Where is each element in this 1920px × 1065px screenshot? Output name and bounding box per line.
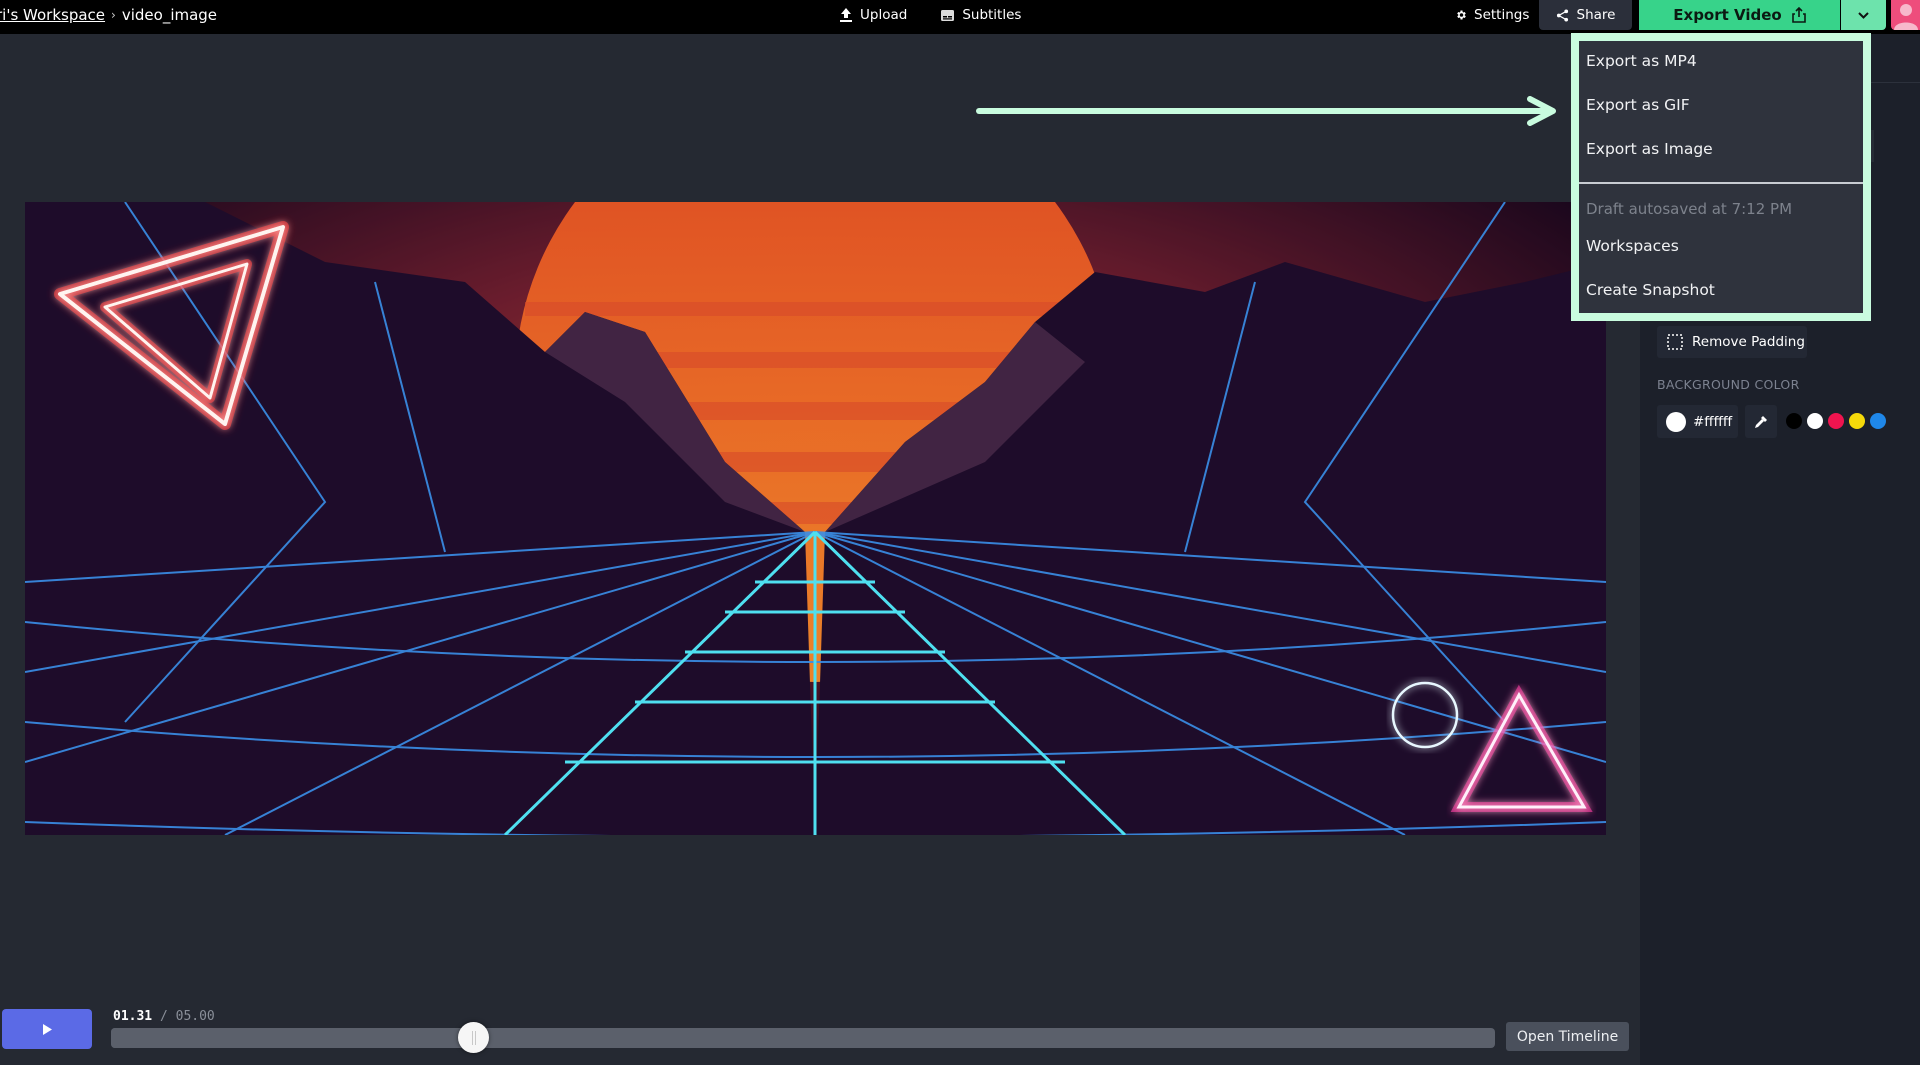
swatch-white[interactable] — [1807, 413, 1823, 429]
playback-scrubber[interactable] — [111, 1028, 1495, 1048]
eyedropper-icon — [1754, 415, 1768, 429]
menu-divider — [1579, 182, 1863, 184]
share-icon — [1556, 8, 1569, 22]
time-separator: / — [159, 1009, 168, 1024]
swatch-blue[interactable] — [1870, 413, 1886, 429]
user-icon — [1894, 4, 1918, 30]
open-timeline-button[interactable]: Open Timeline — [1506, 1022, 1629, 1051]
time-display: 01.31 / 05.00 — [113, 1009, 215, 1024]
remove-padding-label: Remove Padding — [1692, 334, 1805, 350]
export-dropdown-menu: Export as MP4 Export as GIF Export as Im… — [1571, 33, 1871, 321]
background-color-value: #ffffff — [1693, 413, 1733, 430]
export-video-button[interactable]: Export Video — [1639, 0, 1840, 30]
autosave-status: Draft autosaved at 7:12 PM — [1586, 200, 1793, 218]
subtitles-label: Subtitles — [962, 7, 1022, 23]
share-button[interactable]: Share — [1539, 0, 1632, 30]
upload-icon — [840, 8, 852, 22]
project-name[interactable]: video_image — [122, 6, 217, 24]
create-snapshot-item[interactable]: Create Snapshot — [1586, 281, 1715, 299]
scrubber-handle[interactable] — [458, 1022, 490, 1053]
remove-padding-button[interactable]: Remove Padding — [1657, 326, 1807, 358]
export-mp4-item[interactable]: Export as MP4 — [1586, 52, 1697, 70]
share-label: Share — [1576, 7, 1616, 23]
gear-icon — [1455, 9, 1467, 21]
video-preview[interactable] — [25, 202, 1606, 835]
export-options-toggle[interactable] — [1841, 0, 1886, 30]
play-button[interactable] — [2, 1009, 92, 1049]
color-swatches — [1786, 413, 1886, 429]
swatch-red[interactable] — [1828, 413, 1844, 429]
total-time: 05.00 — [175, 1009, 215, 1024]
swatch-yellow[interactable] — [1849, 413, 1865, 429]
scrubber-progress — [111, 1028, 474, 1048]
center-toolbar: Upload Subtitles — [840, 0, 1021, 30]
export-video-label: Export Video — [1673, 6, 1782, 24]
current-color-swatch — [1666, 411, 1686, 432]
video-frame-image — [25, 202, 1606, 835]
upload-label: Upload — [860, 7, 908, 23]
settings-button[interactable]: Settings — [1455, 0, 1529, 30]
play-icon — [42, 1023, 52, 1035]
settings-label: Settings — [1474, 7, 1530, 23]
breadcrumb-separator: › — [111, 8, 116, 22]
background-color-heading: BACKGROUND COLOR — [1657, 377, 1800, 392]
subtitles-icon — [941, 9, 955, 21]
chevron-down-icon — [1858, 11, 1869, 19]
upload-button[interactable]: Upload — [840, 7, 907, 23]
eyedropper-button[interactable] — [1745, 405, 1777, 438]
breadcrumb: ri's Workspace › video_image — [0, 0, 217, 30]
user-avatar[interactable] — [1891, 0, 1920, 30]
subtitles-button[interactable]: Subtitles — [941, 7, 1021, 23]
dashed-square-icon — [1667, 334, 1683, 350]
export-gif-item[interactable]: Export as GIF — [1586, 96, 1690, 114]
workspace-link[interactable]: ri's Workspace — [0, 6, 105, 24]
annotation-arrow — [976, 96, 1556, 126]
background-color-input[interactable]: #ffffff — [1657, 405, 1738, 438]
export-image-item[interactable]: Export as Image — [1586, 140, 1713, 158]
export-share-icon — [1791, 7, 1806, 23]
workspaces-item[interactable]: Workspaces — [1586, 237, 1679, 255]
swatch-black[interactable] — [1786, 413, 1802, 429]
current-time: 01.31 — [113, 1009, 153, 1024]
